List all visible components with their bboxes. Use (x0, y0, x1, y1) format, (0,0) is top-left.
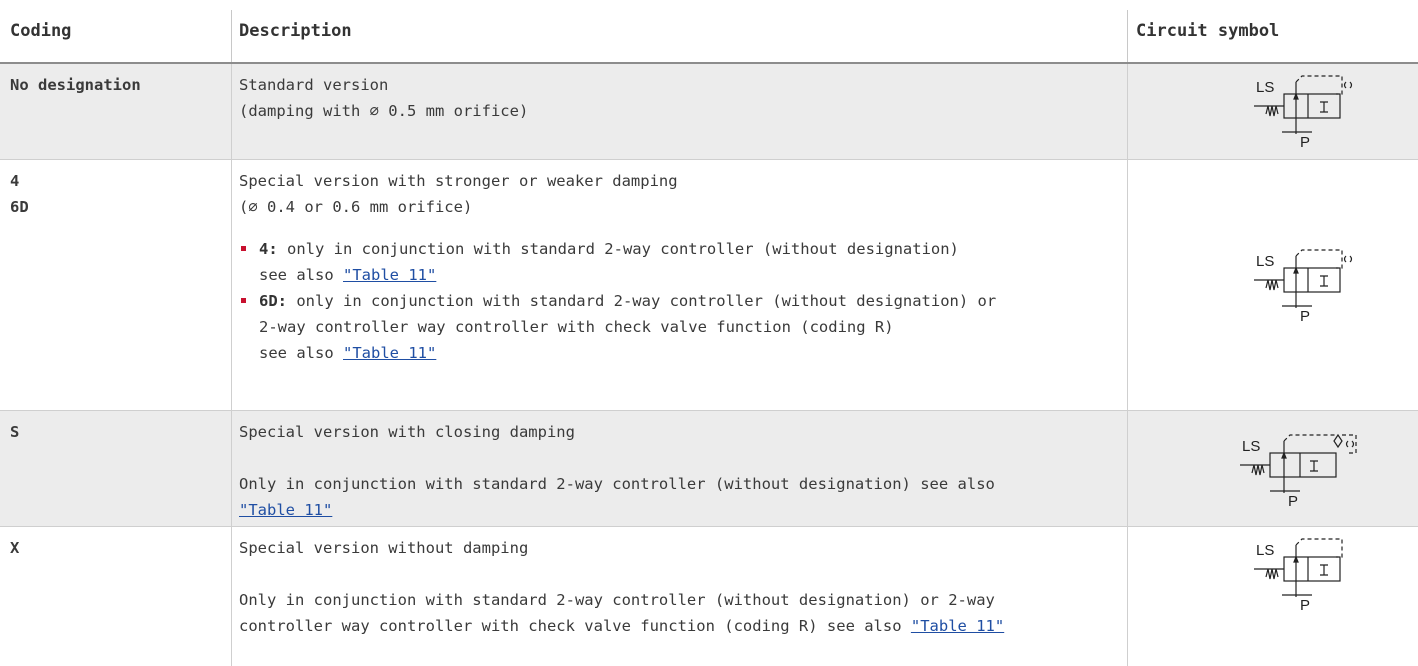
description-line: controller way controller with check val… (239, 613, 1119, 639)
description-text: controller way controller with check val… (239, 617, 911, 635)
description-line: Only in conjunction with standard 2-way … (239, 591, 995, 609)
ls-label: LS (1256, 79, 1274, 96)
column-divider (1127, 411, 1128, 527)
bullet-text: only in conjunction with standard 2-way … (287, 292, 997, 310)
ls-label: LS (1242, 438, 1260, 455)
valve-symbol-check-icon: LS P (1240, 433, 1357, 507)
table-11-link[interactable]: "Table 11" (239, 501, 332, 519)
header-circuit-symbol: Circuit symbol (1136, 21, 1280, 41)
header-description: Description (239, 21, 352, 41)
column-divider (231, 64, 232, 160)
ls-label: LS (1256, 542, 1274, 559)
table-row: No designation Standard version (damping… (0, 64, 1418, 160)
list-item: 4: only in conjunction with standard 2-w… (239, 236, 1119, 288)
bullet-text: see also (259, 266, 343, 284)
bullet-text: 2-way controller way controller with che… (259, 318, 894, 336)
circuit-symbol-cell: LS P (1134, 527, 1418, 666)
description-line: (damping with ∅ 0.5 mm orifice) (239, 102, 529, 120)
column-divider (231, 411, 232, 527)
coding-cell: No designation (10, 76, 141, 94)
p-label: P (1300, 134, 1310, 148)
table-11-link[interactable]: "Table 11" (343, 266, 436, 284)
coding-table: Coding Description Circuit symbol No des… (0, 0, 1418, 666)
valve-symbol-icon: LS P (1254, 249, 1353, 322)
column-divider (1127, 527, 1128, 666)
header-divider (1127, 10, 1128, 62)
description-line: Special version with stronger or weaker … (239, 172, 678, 190)
description-line: Special version without damping (239, 539, 529, 557)
table-11-link[interactable]: "Table 11" (911, 617, 1004, 635)
description-cell: Special version without damping Only in … (239, 535, 1119, 639)
valve-symbol-icon: LS P (1254, 538, 1343, 611)
description-line: (∅ 0.4 or 0.6 mm orifice) (239, 198, 473, 216)
bullet-key: 4: (259, 240, 278, 258)
bullet-list: 4: only in conjunction with standard 2-w… (239, 236, 1119, 366)
table-row: 4 6D Special version with stronger or we… (0, 160, 1418, 411)
table-row: X Special version without damping Only i… (0, 527, 1418, 666)
bullet-key: 6D: (259, 292, 287, 310)
coding-cell: 4 6D (10, 168, 230, 220)
p-label: P (1300, 597, 1310, 611)
table-header: Coding Description Circuit symbol (0, 0, 1418, 64)
description-line: Only in conjunction with standard 2-way … (239, 475, 995, 493)
column-divider (1127, 160, 1128, 411)
circuit-symbol-cell: LS P (1134, 411, 1418, 527)
coding-value: 6D (10, 198, 29, 216)
circuit-symbol-cell: LS P (1134, 64, 1418, 160)
header-divider (231, 10, 232, 62)
header-coding: Coding (10, 21, 72, 41)
description-cell: Special version with closing damping Onl… (239, 419, 1119, 523)
list-item: 6D: only in conjunction with standard 2-… (239, 288, 1119, 366)
table-11-link[interactable]: "Table 11" (343, 344, 436, 362)
column-divider (1127, 64, 1128, 160)
coding-cell: X (10, 539, 20, 557)
bullet-text: only in conjunction with standard 2-way … (277, 240, 959, 258)
description-line: Standard version (239, 76, 389, 94)
p-label: P (1300, 308, 1310, 322)
table-row: S Special version with closing damping O… (0, 411, 1418, 527)
description-cell: Standard version (damping with ∅ 0.5 mm … (239, 72, 1119, 124)
p-label: P (1288, 493, 1298, 507)
column-divider (231, 527, 232, 666)
column-divider (231, 160, 232, 411)
coding-value: 4 (10, 172, 20, 190)
coding-cell: S (10, 423, 20, 441)
description-line: Special version with closing damping (239, 423, 575, 441)
description-cell: Special version with stronger or weaker … (239, 168, 1119, 366)
circuit-symbol-cell: LS P (1134, 160, 1418, 411)
valve-symbol-icon: LS P (1254, 75, 1353, 148)
ls-label: LS (1256, 253, 1274, 270)
bullet-text: see also (259, 344, 343, 362)
